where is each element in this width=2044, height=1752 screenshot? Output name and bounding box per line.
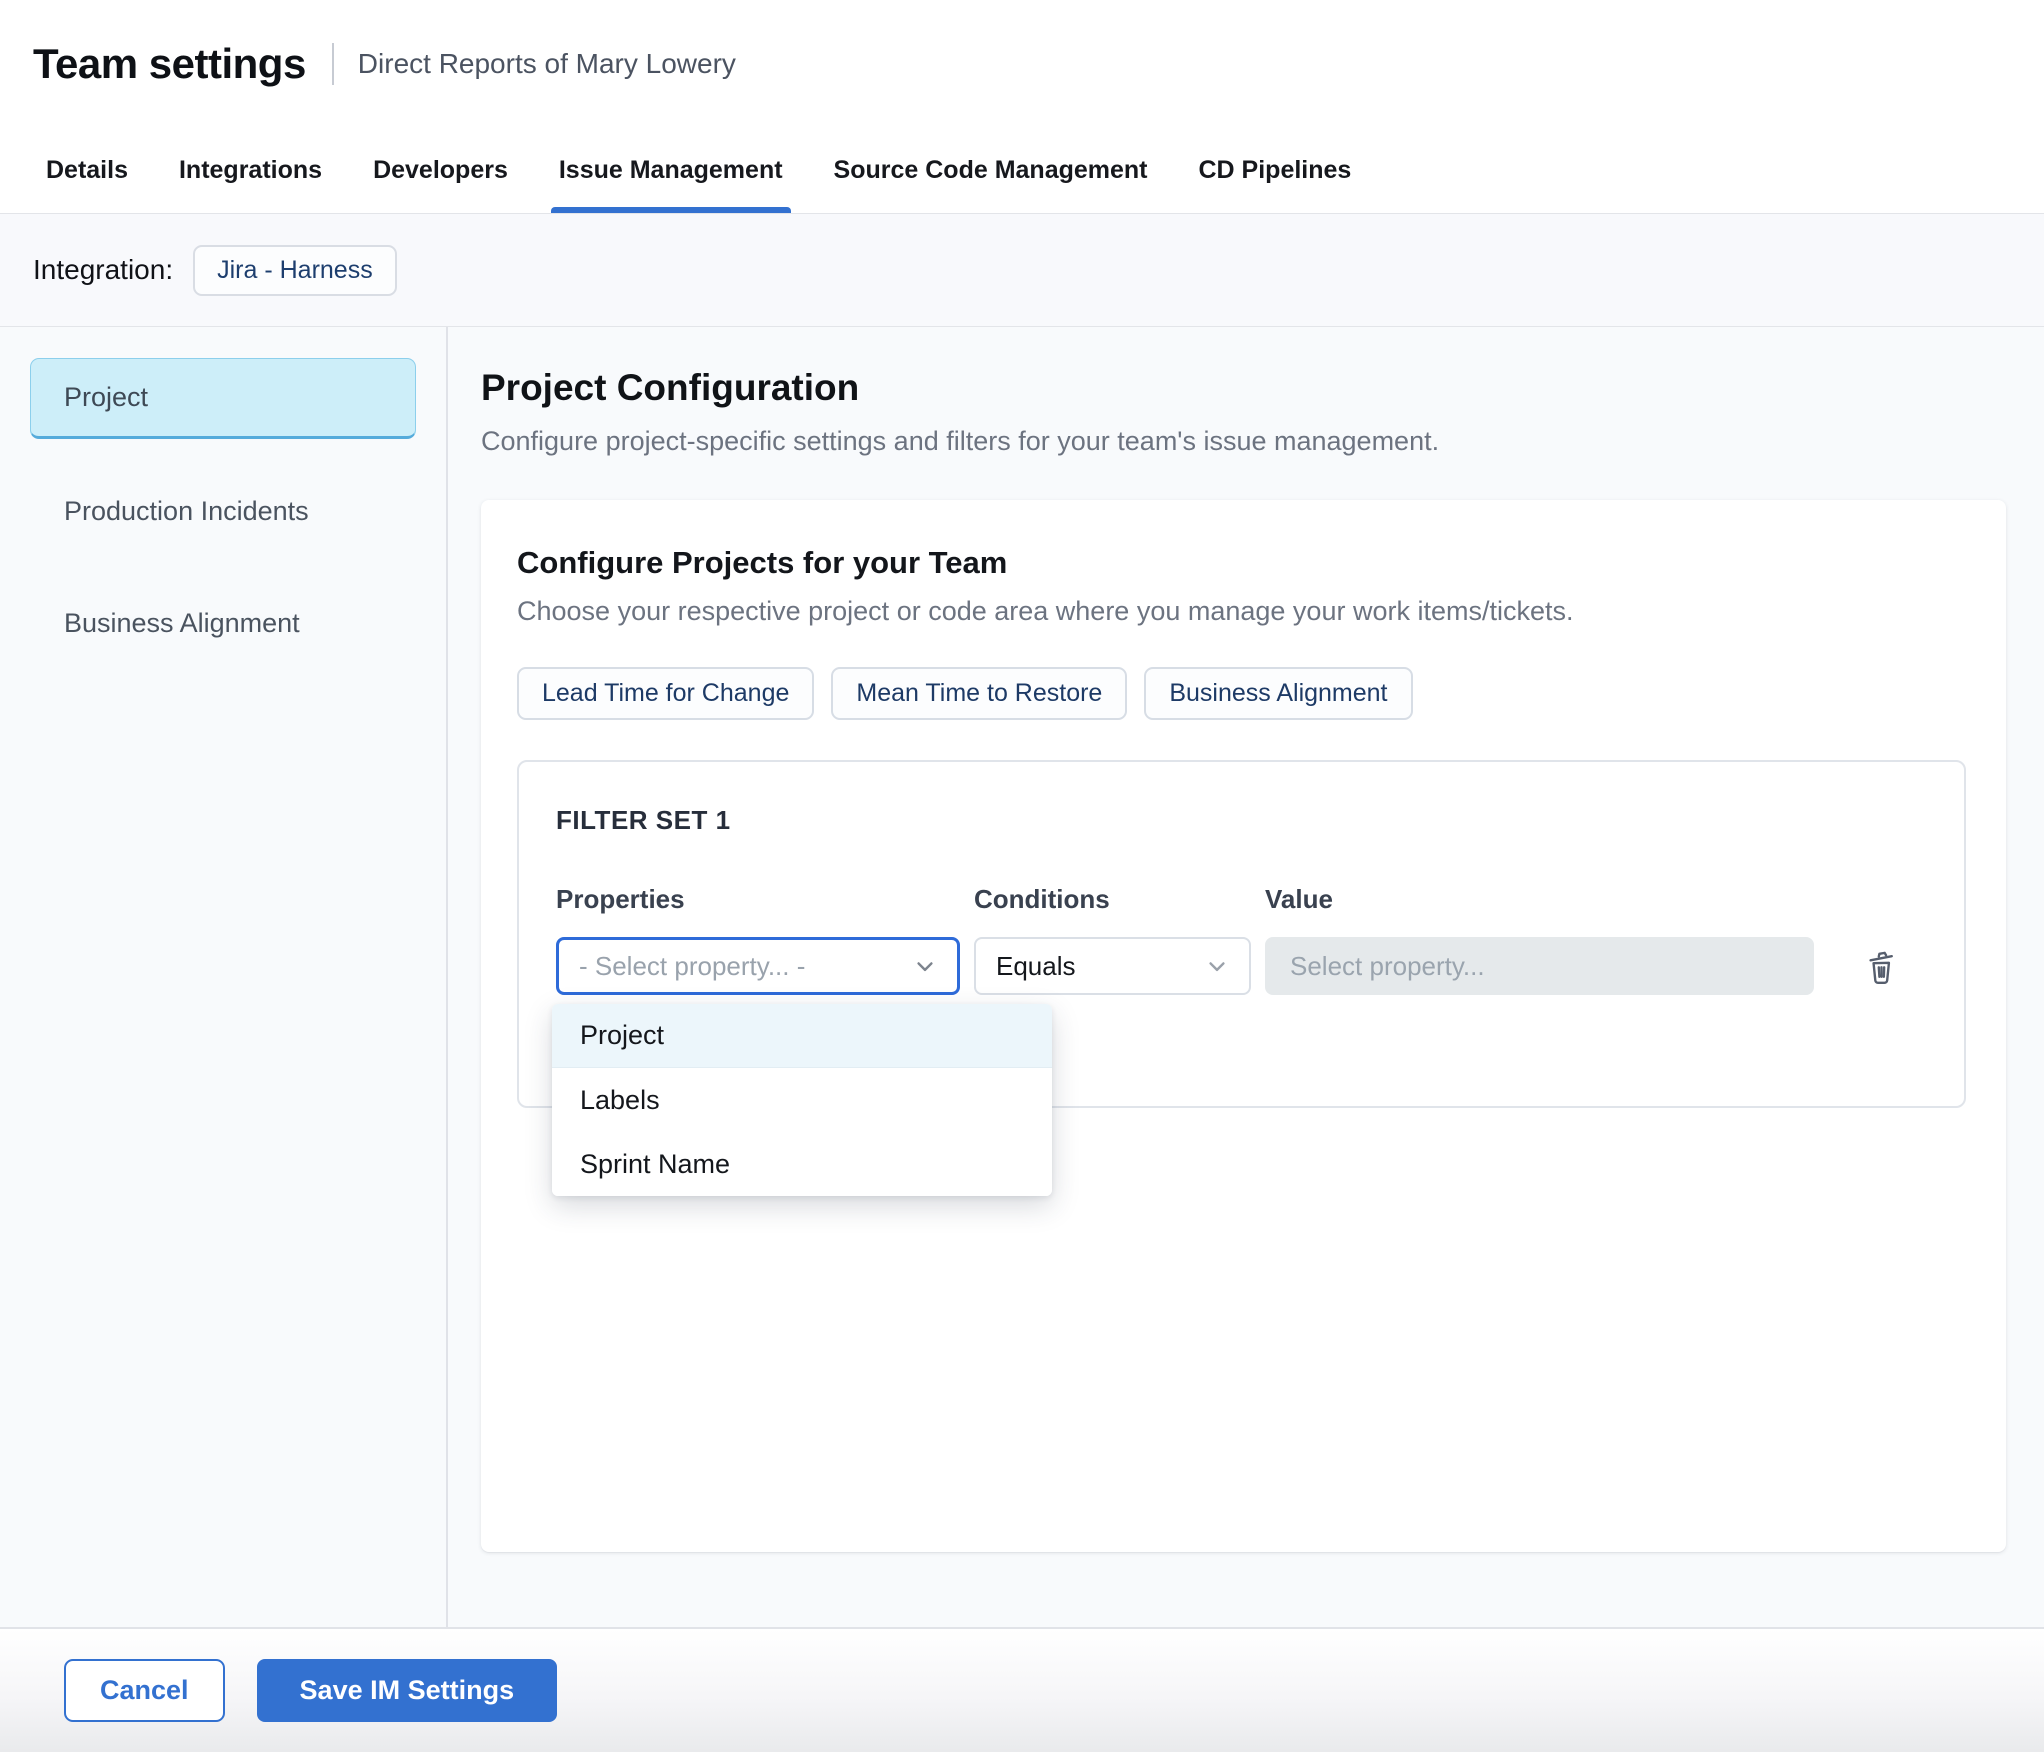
value-column-label: Value <box>1265 884 1333 914</box>
integration-chip-jira-harness[interactable]: Jira - Harness <box>193 244 397 296</box>
delete-filter-button[interactable] <box>1862 944 1900 988</box>
title-separator <box>331 43 334 85</box>
sidebar-item-project[interactable]: Project <box>30 358 416 439</box>
conditions-select[interactable]: Equals <box>974 937 1251 995</box>
chip-lead-time-for-change[interactable]: Lead Time for Change <box>517 667 815 720</box>
conditions-select-value: Equals <box>996 950 1076 981</box>
page-subtitle: Direct Reports of Mary Lowery <box>357 48 736 79</box>
sidebar-item-production-incidents[interactable]: Production Incidents <box>30 472 416 551</box>
conditions-column-label: Conditions <box>974 884 1110 914</box>
sidebar: Project Production Incidents Business Al… <box>0 327 448 1627</box>
tab-cd-pipelines[interactable]: CD Pipelines <box>1199 128 1352 213</box>
footer-bar: Cancel Save IM Settings <box>0 1627 2044 1752</box>
trash-cell <box>1828 937 1934 995</box>
save-im-settings-button[interactable]: Save IM Settings <box>256 1659 558 1722</box>
dropdown-option-sprint-name[interactable]: Sprint Name <box>552 1132 1052 1196</box>
tab-issue-management[interactable]: Issue Management <box>550 128 791 213</box>
content-area: Project Production Incidents Business Al… <box>0 327 2044 1627</box>
sidebar-item-business-alignment[interactable]: Business Alignment <box>30 584 416 663</box>
page-header: Team settings Direct Reports of Mary Low… <box>0 0 2044 128</box>
section-title: Project Configuration <box>481 367 860 408</box>
integration-label: Integration: <box>33 254 174 285</box>
properties-column-label: Properties <box>556 884 685 914</box>
dropdown-option-project[interactable]: Project <box>552 1004 1052 1068</box>
filter-set-title: FILTER SET 1 <box>556 805 731 835</box>
chevron-down-icon <box>917 962 933 972</box>
tab-details[interactable]: Details <box>46 128 128 213</box>
cancel-button[interactable]: Cancel <box>64 1659 225 1722</box>
properties-select-wrap: - Select property... - Project Labels Sp… <box>552 937 1052 1196</box>
dropdown-option-labels[interactable]: Labels <box>552 1068 1052 1132</box>
page-title: Team settings <box>33 40 306 87</box>
main-panel: Project Configuration Configure project-… <box>448 327 2044 1627</box>
properties-select[interactable]: - Select property... - <box>556 937 960 995</box>
chip-business-alignment[interactable]: Business Alignment <box>1144 667 1413 720</box>
configure-projects-card: Configure Projects for your Team Choose … <box>481 500 2006 1552</box>
section-description: Configure project-specific settings and … <box>481 426 1440 456</box>
value-input-wrap <box>1265 937 1814 995</box>
tab-source-code-management[interactable]: Source Code Management <box>834 128 1148 213</box>
tab-bar: Details Integrations Developers Issue Ma… <box>0 128 2044 214</box>
trash-icon <box>1869 951 1893 984</box>
value-input[interactable] <box>1265 937 1814 995</box>
card-title: Configure Projects for your Team <box>517 545 1008 580</box>
filter-grid: Properties Conditions Value - Select pro… <box>552 884 1934 1196</box>
filter-set-1: FILTER SET 1 Properties Conditions Value… <box>517 760 1966 1196</box>
chip-mean-time-to-restore[interactable]: Mean Time to Restore <box>831 667 1128 720</box>
metric-chip-row: Lead Time for Change Mean Time to Restor… <box>517 667 1966 720</box>
tab-developers[interactable]: Developers <box>373 128 508 213</box>
card-subtitle: Choose your respective project or code a… <box>517 596 1574 626</box>
tab-integrations[interactable]: Integrations <box>179 128 322 213</box>
active-tab-underline <box>550 207 791 213</box>
properties-dropdown: Project Labels Sprint Name <box>552 1004 1052 1196</box>
integration-row: Integration: Jira - Harness <box>0 214 2044 327</box>
chevron-down-icon <box>1209 962 1225 972</box>
properties-select-placeholder: - Select property... - <box>579 950 806 981</box>
